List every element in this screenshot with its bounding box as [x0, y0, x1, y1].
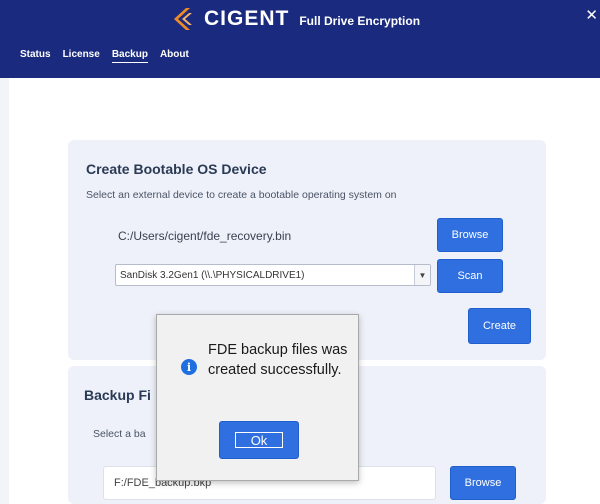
close-icon[interactable]: ✕: [585, 6, 598, 24]
backup-description: Select a ba: [93, 428, 146, 440]
create-button[interactable]: Create: [468, 308, 531, 344]
cigent-logo-icon: [172, 6, 198, 32]
dialog-message: FDE backup files was created successfull…: [208, 342, 348, 378]
success-dialog: i FDE backup files was created successfu…: [156, 314, 359, 481]
tab-backup[interactable]: Backup: [111, 49, 148, 63]
recovery-path: C:/Users/cigent/fde_recovery.bin: [118, 229, 292, 243]
tab-license[interactable]: License: [63, 49, 100, 63]
tab-about[interactable]: About: [160, 49, 189, 63]
chevron-down-icon[interactable]: ▼: [414, 265, 430, 285]
brand: CIGENT Full Drive Encryption: [172, 6, 420, 32]
left-border: [0, 78, 9, 504]
ok-label: Ok: [235, 432, 283, 448]
bootable-description: Select an external device to create a bo…: [86, 189, 397, 201]
nav-tabs: Status License Backup About: [20, 49, 189, 63]
product-name: Full Drive Encryption: [299, 14, 421, 28]
device-select[interactable]: SanDisk 3.2Gen1 (\\.\PHYSICALDRIVE1) ▼: [115, 264, 431, 286]
ok-button[interactable]: Ok: [219, 421, 299, 459]
backup-title: Backup Fi: [84, 387, 151, 403]
tab-status[interactable]: Status: [20, 49, 51, 63]
device-select-value: SanDisk 3.2Gen1 (\\.\PHYSICALDRIVE1): [120, 269, 305, 281]
brand-name: CIGENT: [204, 7, 290, 30]
bootable-title: Create Bootable OS Device: [86, 161, 267, 177]
backup-browse-button[interactable]: Browse: [450, 466, 516, 500]
app-header: CIGENT Full Drive Encryption ✕ Status Li…: [0, 0, 600, 78]
scan-button[interactable]: Scan: [437, 259, 503, 293]
info-icon: i: [181, 359, 197, 375]
browse-button[interactable]: Browse: [437, 218, 503, 252]
